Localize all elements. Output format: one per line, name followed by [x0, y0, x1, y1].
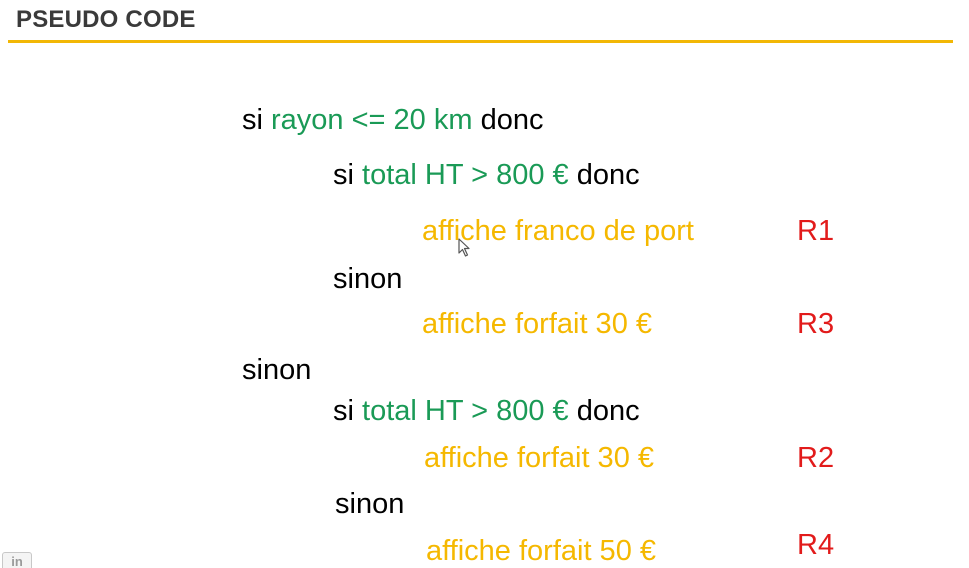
mouse-pointer-icon: [458, 238, 470, 257]
code-line-if-radius: si rayon <= 20 km donc: [242, 103, 543, 137]
action-forfait-30-b: affiche forfait 30 €: [424, 442, 655, 474]
rule-label-r4: R4: [797, 529, 835, 561]
keyword-sinon-inner-1: sinon: [333, 263, 403, 295]
keyword-sinon-outer: sinon: [242, 354, 312, 386]
keyword-donc: donc: [480, 104, 544, 136]
keyword-sinon-inner-2: sinon: [335, 488, 405, 520]
rule-label-r1: R1: [797, 215, 835, 247]
keyword-si: si: [333, 159, 354, 191]
keyword-si: si: [333, 395, 354, 427]
code-line-if-total-2: si total HT > 800 € donc: [333, 394, 640, 428]
rule-label-r2: R2: [797, 442, 835, 474]
condition-radius: rayon <= 20 km: [271, 104, 473, 136]
condition-total-ht: total HT > 800 €: [362, 159, 569, 191]
keyword-donc: donc: [576, 159, 640, 191]
rule-label-r3: R3: [797, 308, 835, 340]
title-underline: [8, 40, 953, 43]
slide-title: PSEUDO CODE: [16, 6, 196, 33]
code-line-if-total-1: si total HT > 800 € donc: [333, 158, 640, 192]
keyword-donc: donc: [576, 395, 640, 427]
linkedin-badge-icon: in: [2, 552, 32, 568]
keyword-si: si: [242, 104, 263, 136]
action-forfait-30-a: affiche forfait 30 €: [422, 308, 653, 340]
action-forfait-50: affiche forfait 50 €: [426, 535, 657, 567]
condition-total-ht: total HT > 800 €: [362, 395, 569, 427]
